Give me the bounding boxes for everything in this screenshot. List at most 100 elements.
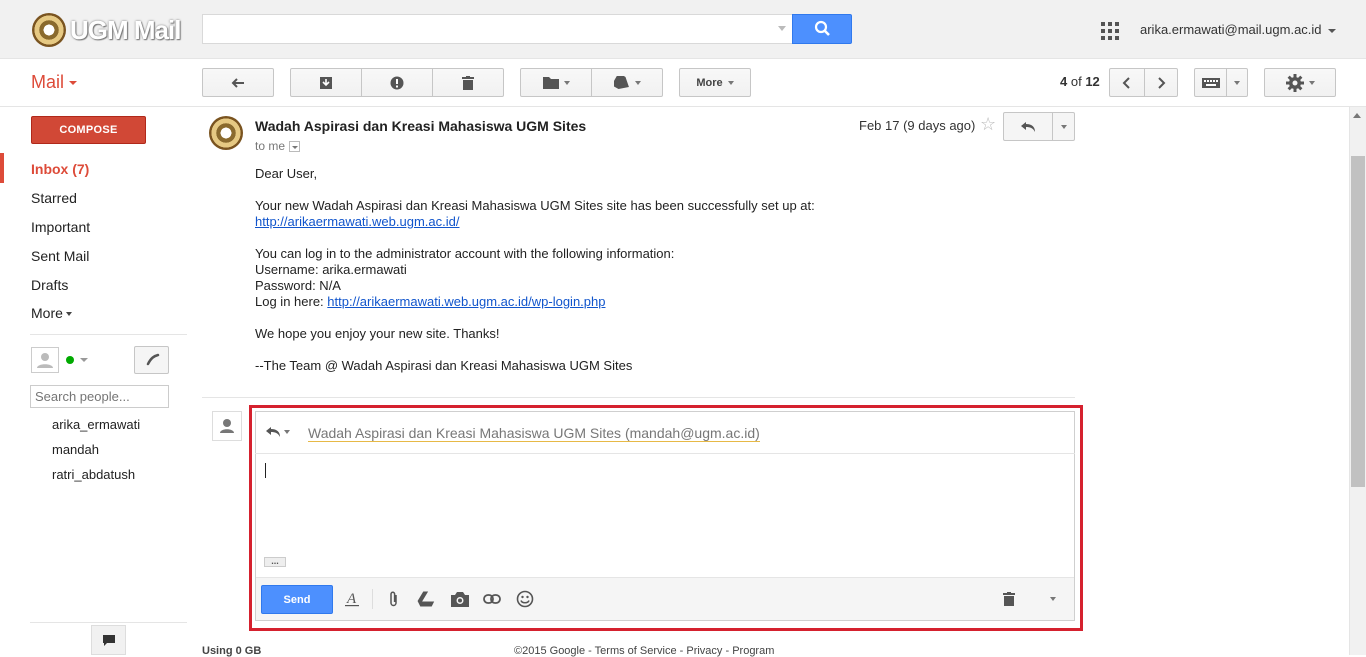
reply-type-button[interactable]: [265, 424, 295, 440]
chevron-right-icon: [1158, 76, 1166, 89]
recipients-line: to me: [255, 139, 301, 153]
reply-icon: [1021, 121, 1035, 132]
discard-draft-icon[interactable]: [998, 588, 1020, 610]
ugm-mail-logo[interactable]: UGM Mail: [32, 12, 181, 48]
scroll-up-arrow-icon[interactable]: [1353, 113, 1361, 118]
reply-header-divider: [255, 453, 1075, 454]
storage-usage: Using 0 GB: [202, 645, 262, 657]
chevron-down-icon: [563, 80, 570, 85]
newer-button[interactable]: [1109, 68, 1145, 97]
reply-button[interactable]: [1003, 112, 1053, 141]
send-button[interactable]: Send: [261, 585, 333, 614]
search-people-input[interactable]: [30, 385, 169, 408]
star-icon[interactable]: ☆: [980, 114, 996, 135]
report-spam-icon: [390, 76, 404, 89]
chat-avatar[interactable]: [31, 347, 59, 373]
contact-item[interactable]: ratri_abdatush: [52, 467, 135, 482]
body-username: Username: arika.ermawati: [255, 262, 407, 277]
phone-icon: [146, 353, 160, 366]
account-email: arika.ermawati@mail.ugm.ac.id: [1140, 22, 1322, 37]
move-to-button[interactable]: [520, 68, 592, 97]
sender-avatar[interactable]: [209, 116, 243, 150]
apps-grid-icon[interactable]: [1101, 22, 1119, 40]
message-divider: [202, 397, 1075, 398]
chevron-left-icon: [1122, 76, 1130, 89]
message-body: Dear User, Your new Wadah Aspirasi dan K…: [255, 166, 1075, 390]
sidebar-item-starred[interactable]: Starred: [31, 190, 77, 206]
sidebar-item-important[interactable]: Important: [31, 219, 90, 235]
delete-button[interactable]: [432, 68, 504, 97]
chevron-down-icon: [1308, 80, 1315, 85]
sidebar-item-inbox[interactable]: Inbox (7): [31, 161, 89, 177]
account-menu[interactable]: arika.ermawati@mail.ugm.ac.id: [1140, 22, 1336, 37]
archive-icon: [320, 76, 332, 89]
body-paragraph: Your new Wadah Aspirasi dan Kreasi Mahas…: [255, 198, 1075, 230]
body-login-intro: You can log in to the administrator acco…: [255, 246, 675, 261]
search-options-caret-icon[interactable]: [778, 26, 786, 31]
google-drive-icon[interactable]: [415, 588, 437, 610]
site-link[interactable]: http://arikaermawati.web.ugm.ac.id/: [255, 214, 459, 229]
input-tools-button[interactable]: [1194, 68, 1227, 97]
sidebar-item-more[interactable]: More: [31, 305, 72, 321]
show-details-icon[interactable]: [289, 141, 301, 153]
formatting-options-icon[interactable]: A: [341, 588, 363, 610]
search-icon: [814, 20, 830, 36]
chevron-down-icon: [65, 312, 72, 317]
show-trimmed-content-button[interactable]: ...: [264, 557, 286, 567]
message-more-button[interactable]: [1052, 112, 1075, 141]
folder-icon: [542, 77, 559, 89]
settings-button[interactable]: [1264, 68, 1336, 97]
sidebar-divider: [30, 622, 187, 623]
archive-button[interactable]: [290, 68, 362, 97]
recipients-text: to me: [255, 139, 286, 153]
contact-item[interactable]: mandah: [52, 442, 99, 457]
scrollbar-thumb[interactable]: [1351, 156, 1365, 487]
reply-body-cursor[interactable]: [265, 463, 266, 478]
active-nav-indicator: [0, 153, 4, 183]
sidebar-item-drafts[interactable]: Drafts: [31, 277, 68, 293]
insert-photo-icon[interactable]: [449, 588, 471, 610]
login-link[interactable]: http://arikaermawati.web.ugm.ac.id/wp-lo…: [327, 294, 605, 309]
search-input[interactable]: [202, 14, 792, 44]
insert-link-icon[interactable]: [481, 588, 503, 610]
reply-icon: [266, 427, 280, 437]
sidebar-divider: [30, 334, 187, 335]
chat-toggle-button[interactable]: [91, 625, 126, 655]
call-phone-button[interactable]: [134, 346, 169, 374]
label-tag-icon: [613, 75, 629, 89]
footer-links[interactable]: ©2015 Google - Terms of Service - Privac…: [514, 645, 774, 657]
chevron-down-icon[interactable]: [80, 358, 88, 362]
reply-recipient[interactable]: Wadah Aspirasi dan Kreasi Mahasiswa UGM …: [308, 425, 760, 442]
body-password: Password: N/A: [255, 278, 341, 293]
contact-item[interactable]: arika_ermawati: [52, 417, 140, 432]
logo-text: UGM Mail: [70, 14, 181, 45]
search-button[interactable]: [792, 14, 852, 44]
report-spam-button[interactable]: [361, 68, 433, 97]
message-date: Feb 17 (9 days ago): [859, 118, 976, 133]
chevron-down-icon: [69, 81, 78, 86]
chevron-down-icon: [284, 430, 290, 434]
svg-text:A: A: [346, 591, 357, 607]
body-closing: We hope you enjoy your new site. Thanks!: [255, 326, 500, 341]
more-options-icon[interactable]: [1042, 588, 1064, 610]
reply-toolbar: [256, 577, 1074, 620]
body-intro: Your new Wadah Aspirasi dan Kreasi Mahas…: [255, 198, 815, 213]
attach-file-icon[interactable]: [383, 588, 405, 610]
chevron-down-icon: [1234, 80, 1240, 85]
compose-button[interactable]: COMPOSE: [31, 116, 146, 144]
sender-name[interactable]: Wadah Aspirasi dan Kreasi Mahasiswa UGM …: [255, 118, 586, 134]
toolbar-divider: [0, 106, 1366, 107]
online-status-icon[interactable]: [66, 356, 74, 364]
more-actions-button[interactable]: More: [679, 68, 751, 97]
chevron-down-icon: [727, 80, 734, 85]
back-to-inbox-button[interactable]: [202, 68, 274, 97]
pager-current: 4: [1060, 74, 1068, 89]
gear-icon: [1285, 73, 1304, 92]
older-button[interactable]: [1144, 68, 1178, 97]
body-greeting: Dear User,: [255, 166, 318, 181]
mail-switcher[interactable]: Mail: [31, 72, 78, 93]
input-tools-menu-button[interactable]: [1226, 68, 1248, 97]
sidebar-item-sent-mail[interactable]: Sent Mail: [31, 248, 89, 264]
labels-button[interactable]: [591, 68, 663, 97]
insert-emoji-icon[interactable]: [514, 588, 536, 610]
